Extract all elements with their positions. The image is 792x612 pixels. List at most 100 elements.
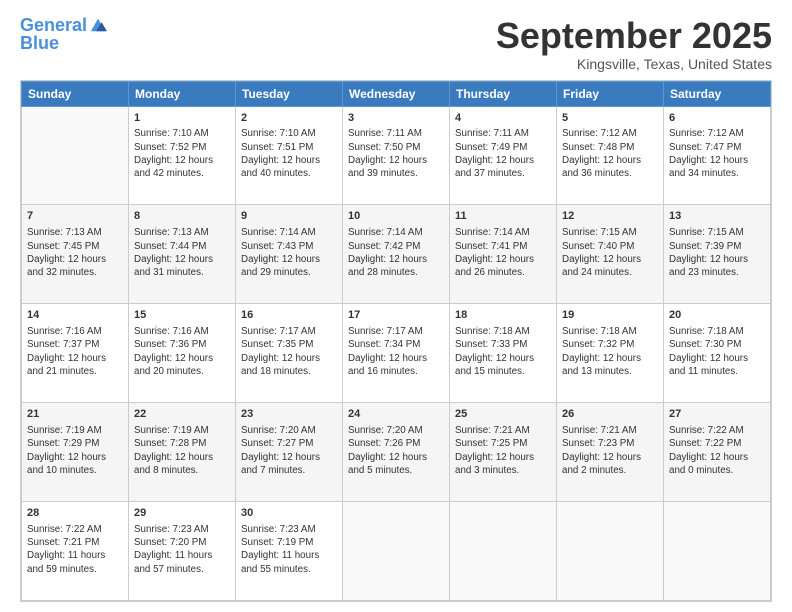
calendar-body: 1Sunrise: 7:10 AMSunset: 7:52 PMDaylight… [22,106,771,600]
sunset-text: Sunset: 7:40 PM [562,240,658,253]
calendar-cell: 17Sunrise: 7:17 AMSunset: 7:34 PMDayligh… [343,304,450,403]
daylight-text: Daylight: 12 hours and 36 minutes. [562,154,658,180]
sunrise-text: Sunrise: 7:11 AM [348,127,444,140]
sunrise-text: Sunrise: 7:15 AM [562,226,658,239]
sunset-text: Sunset: 7:51 PM [241,141,337,154]
day-number: 11 [455,209,551,224]
col-thursday: Thursday [450,81,557,106]
sunrise-text: Sunrise: 7:17 AM [348,325,444,338]
day-number: 7 [27,209,123,224]
sunrise-text: Sunrise: 7:12 AM [562,127,658,140]
week-row: 7 Sunrise: 7:13 AMSunset: 7:45 PM Daylight… [22,205,771,304]
day-number: 14 [27,308,123,323]
day-number: 18 [455,308,551,323]
daylight-text: Daylight: 12 hours and 23 minutes. [669,253,765,279]
sunset-text: Sunset: 7:36 PM [134,338,230,351]
calendar-cell: 19Sunrise: 7:18 AMSunset: 7:32 PMDayligh… [557,304,664,403]
sunset-text: Sunset: 7:39 PM [669,240,765,253]
calendar-cell: 6Sunrise: 7:12 AMSunset: 7:47 PMDaylight… [664,106,771,205]
day-number: 1 [134,111,230,126]
sunset-text: Sunset: 7:49 PM [455,141,551,154]
sunset-text: Sunset: 7:27 PM [241,437,337,450]
daylight-text: Daylight: 12 hours and 3 minutes. [455,451,551,477]
day-number: 13 [669,209,765,224]
sunrise-text: Sunrise: 7:23 AM [134,523,230,536]
sunset-text: Sunset: 7:20 PM [134,536,230,549]
sunset-text: Sunset: 7:48 PM [562,141,658,154]
calendar-cell: 21Sunrise: 7:19 AMSunset: 7:29 PMDayligh… [22,403,129,502]
day-number: 29 [134,506,230,521]
daylight-text: Daylight: 12 hours and 2 minutes. [562,451,658,477]
sunrise-text: Sunrise: 7:21 AM [455,424,551,437]
day-number: 26 [562,407,658,422]
calendar-cell: 8Sunrise: 7:13 AMSunset: 7:44 PMDaylight… [129,205,236,304]
daylight-text: Daylight: 11 hours and 59 minutes. [27,549,123,575]
daylight-text: Daylight: 12 hours and 26 minutes. [455,253,551,279]
day-number: 20 [669,308,765,323]
day-number: 27 [669,407,765,422]
calendar-cell: 20Sunrise: 7:18 AMSunset: 7:30 PMDayligh… [664,304,771,403]
sunset-text: Sunset: 7:45 PM [27,240,123,253]
daylight-text: Daylight: 12 hours and 10 minutes. [27,451,123,477]
sunset-text: Sunset: 7:42 PM [348,240,444,253]
day-number: 17 [348,308,444,323]
sunset-text: Sunset: 7:43 PM [241,240,337,253]
calendar-cell: 16Sunrise: 7:17 AMSunset: 7:35 PMDayligh… [236,304,343,403]
sunset-text: Sunset: 7:26 PM [348,437,444,450]
daylight-text: Daylight: 12 hours and 28 minutes. [348,253,444,279]
daylight-text: Daylight: 12 hours and 37 minutes. [455,154,551,180]
sunset-text: Sunset: 7:29 PM [27,437,123,450]
day-number: 16 [241,308,337,323]
day-number: 23 [241,407,337,422]
daylight-text: Daylight: 12 hours and 40 minutes. [241,154,337,180]
calendar-cell: 12Sunrise: 7:15 AMSunset: 7:40 PMDayligh… [557,205,664,304]
col-friday: Friday [557,81,664,106]
sunset-text: Sunset: 7:32 PM [562,338,658,351]
sunrise-text: Sunrise: 7:18 AM [669,325,765,338]
sunset-text: Sunset: 7:50 PM [348,141,444,154]
calendar-header: Sunday Monday Tuesday Wednesday Thursday… [22,81,771,106]
sunrise-text: Sunrise: 7:20 AM [241,424,337,437]
sunset-text: Sunset: 7:52 PM [134,141,230,154]
logo: General Blue [20,16,107,54]
calendar-cell: 9Sunrise: 7:14 AMSunset: 7:43 PMDaylight… [236,205,343,304]
calendar-table: Sunday Monday Tuesday Wednesday Thursday… [21,81,771,601]
calendar-cell: 28Sunrise: 7:22 AMSunset: 7:21 PMDayligh… [22,502,129,601]
sunset-text: Sunset: 7:37 PM [27,338,123,351]
daylight-text: Daylight: 11 hours and 55 minutes. [241,549,337,575]
week-row: 28Sunrise: 7:22 AMSunset: 7:21 PMDayligh… [22,502,771,601]
sunrise-text: Sunrise: 7:22 AM [27,523,123,536]
calendar-cell: 3Sunrise: 7:11 AMSunset: 7:50 PMDaylight… [343,106,450,205]
daylight-text: Daylight: 12 hours and 39 minutes. [348,154,444,180]
header-row: Sunday Monday Tuesday Wednesday Thursday… [22,81,771,106]
daylight-text: Daylight: 12 hours and 5 minutes. [348,451,444,477]
day-number: 4 [455,111,551,126]
sunrise-text: Sunrise: 7:14 AM [455,226,551,239]
daylight-text: Daylight: 12 hours and 21 minutes. [27,352,123,378]
daylight-text: Daylight: 12 hours and 42 minutes. [134,154,230,180]
calendar-cell: 29Sunrise: 7:23 AMSunset: 7:20 PMDayligh… [129,502,236,601]
day-number: 19 [562,308,658,323]
day-number: 6 [669,111,765,126]
sunrise-text: Sunrise: 7:12 AM [669,127,765,140]
sunset-text: Sunset: 7:41 PM [455,240,551,253]
calendar-cell: 7Sunrise: 7:13 AMSunset: 7:45 PMDaylight… [22,205,129,304]
calendar-cell: 14Sunrise: 7:16 AMSunset: 7:37 PMDayligh… [22,304,129,403]
sunrise-text: Sunrise: 7:20 AM [348,424,444,437]
sunrise-text: Sunrise: 7:13 AM [27,226,123,239]
sunrise-text: Sunrise: 7:15 AM [669,226,765,239]
col-tuesday: Tuesday [236,81,343,106]
calendar-cell [22,106,129,205]
day-number: 9 [241,209,337,224]
sunset-text: Sunset: 7:34 PM [348,338,444,351]
daylight-text: Daylight: 12 hours and 0 minutes. [669,451,765,477]
day-number: 15 [134,308,230,323]
calendar-cell: 22Sunrise: 7:19 AMSunset: 7:28 PMDayligh… [129,403,236,502]
day-number: 2 [241,111,337,126]
calendar-cell: 2Sunrise: 7:10 AMSunset: 7:51 PMDaylight… [236,106,343,205]
sunrise-text: Sunrise: 7:14 AM [241,226,337,239]
week-row: 1Sunrise: 7:10 AMSunset: 7:52 PMDaylight… [22,106,771,205]
calendar-cell [664,502,771,601]
calendar-cell: 25Sunrise: 7:21 AMSunset: 7:25 PMDayligh… [450,403,557,502]
sunrise-text: Sunrise: 7:19 AM [27,424,123,437]
